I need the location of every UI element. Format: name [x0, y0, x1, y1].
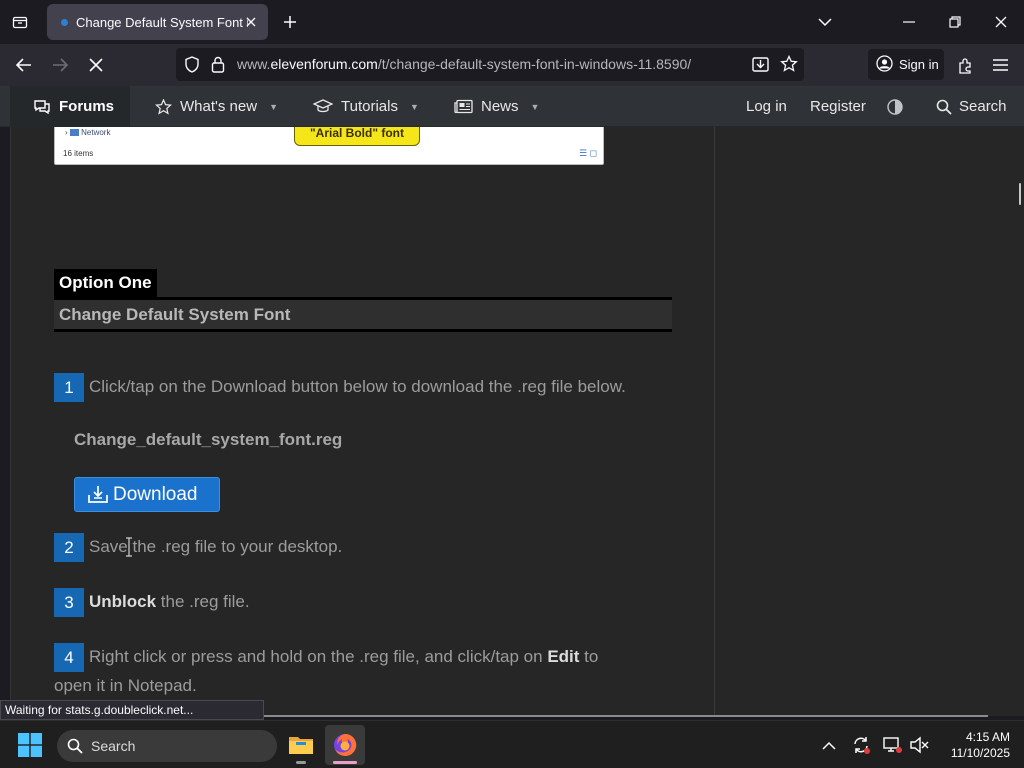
vertical-scrollbar[interactable] — [1016, 127, 1024, 716]
browser-tab-active[interactable]: Change Default System Font in — [47, 4, 268, 40]
search-icon — [67, 738, 83, 754]
network-folder-icon — [69, 129, 79, 137]
sign-in-label: Sign in — [899, 57, 939, 72]
site-navigation: Forums What's new ▼ Tutorials ▼ News ▼ L… — [0, 86, 1024, 127]
step-1: 1 Click/tap on the Download button below … — [54, 373, 626, 403]
app-running-indicator — [296, 761, 306, 764]
nav-tutorials-label: Tutorials — [341, 98, 398, 115]
close-window-icon[interactable] — [986, 8, 1016, 36]
favicon-icon — [61, 18, 68, 26]
option-title: Option One — [54, 269, 157, 297]
clock-date: 11/10/2025 — [950, 746, 1010, 760]
stop-loading-icon[interactable] — [81, 51, 111, 79]
status-bar: Waiting for stats.g.doubleclick.net... — [0, 700, 264, 720]
nav-whats-new-label: What's new — [180, 98, 258, 115]
font-callout: "Arial Bold" font — [294, 127, 420, 146]
nav-news-label: News — [481, 98, 519, 115]
text-cursor-icon — [125, 537, 133, 557]
lock-icon[interactable] — [211, 56, 225, 78]
nav-whats-new[interactable]: What's new ▼ — [155, 86, 278, 127]
reg-filename: Change_default_system_font.reg — [74, 430, 343, 449]
search-icon — [936, 99, 952, 115]
firefox-taskbar-icon[interactable] — [325, 725, 365, 765]
restore-icon[interactable] — [940, 8, 970, 36]
sign-in-button[interactable]: Sign in — [868, 49, 944, 80]
step-number-badge: 2 — [54, 533, 84, 563]
nav-news[interactable]: News ▼ — [454, 86, 539, 127]
tab-title: Change Default System Font in — [76, 14, 248, 30]
clock-time: 4:15 AM — [965, 730, 1010, 744]
taskbar-search-box[interactable]: Search — [57, 730, 277, 762]
bookmark-star-icon[interactable] — [780, 54, 798, 78]
step-2: 2 Save the .reg file to your desktop. — [54, 533, 342, 563]
volume-muted-icon[interactable] — [907, 733, 931, 757]
article-screenshot: › Network 16 items "Arial Bold" font ☰ ◻ — [54, 127, 604, 165]
nav-forums[interactable]: Forums — [10, 86, 130, 127]
url-bar[interactable]: www.elevenforum.com/t/change-default-sys… — [176, 48, 804, 81]
view-mode-icon: ☰ ◻ — [578, 148, 597, 158]
star-icon — [155, 98, 172, 115]
chevron-down-icon[interactable] — [810, 8, 840, 36]
screenshot-network-label: › Network — [65, 128, 111, 137]
step-4-text-c: open it in Notepad. — [54, 676, 197, 696]
browser-toolbar: www.elevenforum.com/t/change-default-sys… — [0, 44, 1024, 86]
screenshot-items-count: 16 items — [63, 149, 94, 158]
download-icon — [88, 485, 108, 504]
download-button[interactable]: Download — [74, 477, 220, 512]
step-number-badge: 1 — [54, 373, 84, 403]
download-label: Download — [113, 483, 198, 505]
forward-icon[interactable] — [45, 51, 75, 79]
caret-down-icon[interactable]: ▼ — [269, 102, 278, 112]
sidebar — [714, 127, 1016, 716]
scrollbar-thumb[interactable] — [264, 715, 988, 717]
step-3: 3 Unblock the .reg file. — [54, 588, 250, 618]
close-tab-icon[interactable] — [242, 13, 260, 31]
step-number-badge: 4 — [54, 643, 84, 673]
system-clock[interactable]: 4:15 AM 11/10/2025 — [938, 729, 1010, 761]
step-4-bold: Edit — [547, 647, 580, 666]
article-content: › Network 16 items "Arial Bold" font ☰ ◻… — [10, 127, 714, 716]
step-3-bold: Unblock — [89, 592, 157, 611]
taskbar: Search 4:15 AM 11/10/2025 — [0, 720, 1024, 768]
step-4: 4 Right click or press and hold on the .r… — [54, 643, 674, 699]
login-link[interactable]: Log in — [746, 86, 787, 127]
url-text: www.elevenforum.com/t/change-default-sys… — [237, 56, 692, 72]
back-icon[interactable] — [9, 51, 39, 79]
step-3-text: the .reg file. — [156, 592, 250, 611]
scrollbar-thumb[interactable] — [1019, 183, 1021, 205]
tab-list-icon[interactable] — [8, 10, 32, 34]
minimize-icon[interactable] — [894, 8, 924, 36]
newspaper-icon — [454, 99, 473, 114]
windows-start-icon[interactable] — [18, 733, 42, 762]
graduation-cap-icon — [313, 99, 333, 114]
shield-icon[interactable] — [184, 56, 200, 78]
sync-icon[interactable] — [849, 733, 873, 757]
register-link[interactable]: Register — [810, 86, 866, 127]
new-tab-icon[interactable] — [278, 10, 302, 34]
search-link[interactable]: Search — [936, 86, 1007, 127]
nav-tutorials[interactable]: Tutorials ▼ — [313, 86, 419, 127]
browser-tab-bar: Change Default System Font in — [0, 0, 1024, 44]
option-subtitle: Change Default System Font — [54, 297, 672, 332]
caret-down-icon[interactable]: ▼ — [410, 102, 419, 112]
step-4-text-b: to — [579, 647, 599, 666]
taskbar-search-label: Search — [91, 738, 136, 754]
extensions-icon[interactable] — [950, 51, 980, 79]
nav-forums-label: Forums — [59, 98, 115, 115]
app-running-indicator — [333, 761, 357, 764]
account-icon — [876, 54, 893, 75]
step-1-text: Click/tap on the Download button below t… — [89, 377, 626, 396]
caret-down-icon[interactable]: ▼ — [531, 102, 540, 112]
style-toggle-icon[interactable] — [886, 86, 904, 127]
horizontal-scrollbar[interactable] — [264, 714, 988, 718]
file-explorer-icon[interactable] — [281, 725, 321, 765]
chat-bubbles-icon — [33, 99, 51, 115]
save-to-pocket-icon[interactable] — [752, 56, 769, 77]
step-number-badge: 3 — [54, 588, 84, 618]
chevron-up-icon[interactable] — [817, 733, 841, 757]
menu-icon[interactable] — [985, 51, 1015, 79]
step-4-text-a: Right click or press and hold on the .re… — [89, 647, 548, 666]
search-link-label: Search — [959, 98, 1007, 115]
network-icon[interactable] — [881, 733, 905, 757]
